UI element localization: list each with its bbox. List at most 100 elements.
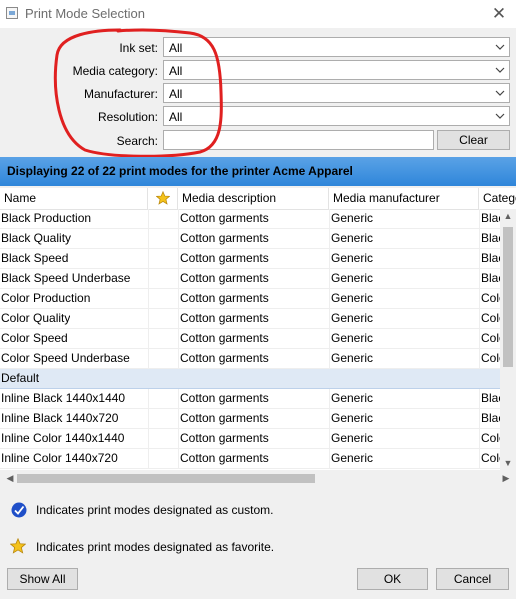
vertical-scroll-thumb[interactable]	[503, 227, 513, 367]
cell-media-description: Cotton garments	[180, 411, 269, 425]
vertical-scrollbar[interactable]: ▲ ▼	[500, 209, 516, 470]
column-header-category[interactable]: Catego	[479, 188, 516, 209]
column-divider	[148, 389, 149, 409]
column-divider	[178, 329, 179, 349]
cell-name: Inline Black 1440x1440	[1, 391, 126, 405]
horizontal-scrollbar[interactable]: ◀ ▶	[0, 470, 516, 487]
cell-media-description: Cotton garments	[180, 231, 269, 245]
table-row[interactable]: Color Production Cotton garments Generic Co…	[0, 289, 506, 309]
cell-media-description: Cotton garments	[180, 331, 269, 345]
cell-media-description: Cotton garments	[180, 351, 269, 365]
table-row[interactable]: Inline Black 1440x720 Cotton garments Gene…	[0, 409, 504, 429]
table-row[interactable]: Inline Color 1440x1440 Cotton garments Gen…	[0, 429, 506, 449]
app-window-icon	[6, 7, 18, 19]
table-row[interactable]: Color Quality Cotton garments Generic Colo	[0, 309, 506, 329]
resolution-value: All	[169, 110, 183, 124]
cell-media-description: Cotton garments	[180, 391, 269, 405]
cell-name: Black Quality	[1, 231, 72, 245]
column-header-favorite[interactable]	[148, 188, 178, 209]
column-divider	[329, 389, 330, 409]
column-header-media-manufacturer[interactable]: Media manufacturer	[329, 188, 479, 209]
cell-media-manufacturer: Generic	[331, 231, 374, 245]
table-row[interactable]: Black Speed Cotton garments Generic Blac	[0, 249, 504, 269]
scroll-left-icon[interactable]: ◀	[2, 473, 18, 484]
search-label: Search:	[116, 134, 158, 148]
scroll-up-icon[interactable]: ▲	[500, 211, 516, 221]
cell-name: Inline Black 1440x720	[1, 411, 119, 425]
cell-media-manufacturer: Generic	[331, 331, 374, 345]
column-divider	[148, 349, 149, 369]
column-divider	[178, 209, 179, 229]
cell-media-description: Cotton garments	[180, 311, 269, 325]
cell-media-manufacturer: Generic	[331, 391, 374, 405]
cell-media-description: Cotton garments	[180, 251, 269, 265]
star-icon	[10, 538, 26, 554]
cell-media-description: Cotton garments	[180, 271, 269, 285]
column-header-name[interactable]: Name	[0, 188, 148, 209]
group-header-label: Default	[1, 371, 40, 385]
column-divider	[479, 349, 480, 369]
column-divider	[178, 249, 179, 269]
table-row[interactable]: Black Production Cotton garments Generic Bl…	[0, 209, 504, 229]
show-all-button[interactable]: Show All	[7, 568, 78, 590]
column-divider	[479, 269, 480, 289]
column-divider	[479, 229, 480, 249]
column-divider	[329, 209, 330, 229]
horizontal-scroll-thumb[interactable]	[17, 474, 315, 483]
column-divider	[479, 409, 480, 429]
cell-media-manufacturer: Generic	[331, 291, 374, 305]
cell-name: Color Quality	[1, 311, 71, 325]
star-icon	[155, 190, 170, 205]
media-category-select[interactable]: All	[163, 60, 510, 80]
cell-media-manufacturer: Generic	[331, 411, 374, 425]
column-divider	[329, 329, 330, 349]
ok-button[interactable]: OK	[357, 568, 428, 590]
close-icon[interactable]: ✕	[482, 0, 516, 28]
cell-name: Black Speed Underbase	[1, 271, 131, 285]
clear-button[interactable]: Clear	[437, 130, 510, 150]
column-divider	[479, 389, 480, 409]
cell-media-description: Cotton garments	[180, 211, 269, 225]
cell-media-manufacturer: Generic	[331, 451, 374, 465]
column-divider	[178, 289, 179, 309]
ink-set-select[interactable]: All	[163, 37, 510, 57]
column-divider	[329, 409, 330, 429]
scroll-right-icon[interactable]: ▶	[498, 473, 514, 484]
column-divider	[329, 249, 330, 269]
cell-media-manufacturer: Generic	[331, 431, 374, 445]
cancel-button[interactable]: Cancel	[436, 568, 509, 590]
group-header-row[interactable]: Default	[0, 369, 500, 389]
column-divider	[178, 349, 179, 369]
table-row[interactable]: Color Speed Cotton garments Generic Colo	[0, 329, 506, 349]
column-header-media-description[interactable]: Media description	[178, 188, 329, 209]
column-divider	[479, 209, 480, 229]
table-row[interactable]: Inline Black 1440x1440 Cotton garments Gen…	[0, 389, 504, 409]
print-mode-table: Name Media description Media manufacture…	[0, 188, 516, 470]
resolution-select[interactable]: All	[163, 106, 510, 126]
title-bar: Print Mode Selection ✕	[0, 0, 516, 28]
table-row[interactable]: Black Quality Cotton garments Generic Blac	[0, 229, 504, 249]
column-divider	[178, 309, 179, 329]
column-divider	[148, 249, 149, 269]
chevron-down-icon	[495, 113, 505, 119]
cell-name: Color Production	[1, 291, 91, 305]
column-divider	[148, 309, 149, 329]
printer-banner: Displaying 22 of 22 print modes for the …	[0, 157, 516, 186]
column-divider	[178, 229, 179, 249]
table-row[interactable]: Black Speed Underbase Cotton garments Gene…	[0, 269, 504, 289]
manufacturer-select[interactable]: All	[163, 83, 510, 103]
table-row[interactable]: Inline Color 1440x720 Cotton garments Gene…	[0, 449, 506, 469]
cell-name: Black Speed	[1, 251, 69, 265]
column-divider	[479, 249, 480, 269]
search-input[interactable]	[163, 130, 434, 150]
column-divider	[329, 349, 330, 369]
column-divider	[178, 429, 179, 449]
scroll-down-icon[interactable]: ▼	[500, 458, 516, 468]
cell-name: Color Speed Underbase	[1, 351, 130, 365]
column-divider	[148, 409, 149, 429]
table-row[interactable]: Color Speed Underbase Cotton garments Gene…	[0, 349, 506, 369]
cell-media-manufacturer: Generic	[331, 271, 374, 285]
table-header: Name Media description Media manufacture…	[0, 188, 516, 210]
column-divider	[178, 269, 179, 289]
column-divider	[148, 329, 149, 349]
